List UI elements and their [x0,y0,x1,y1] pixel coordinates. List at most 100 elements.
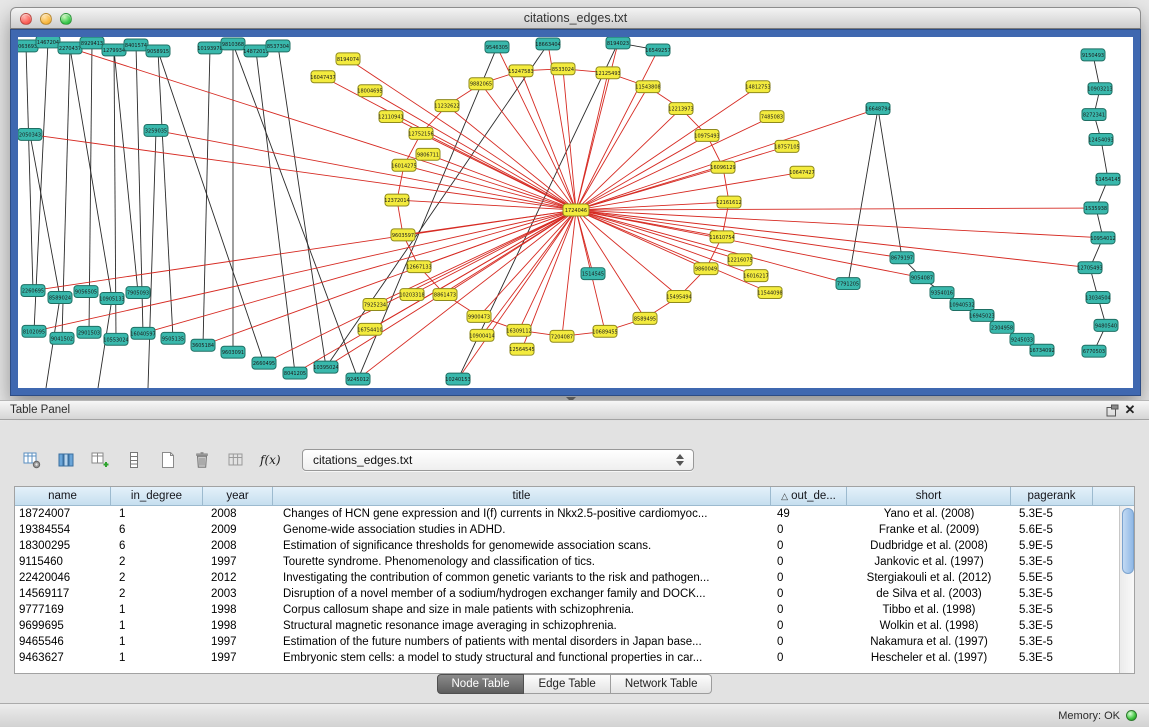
network-node[interactable]: 10395024 [313,361,338,373]
network-node[interactable]: 12372014 [384,194,409,206]
network-node[interactable]: 8861473 [433,289,457,301]
network-node[interactable]: 11610754 [709,231,734,243]
show-columns-icon[interactable] [52,448,79,473]
network-node[interactable]: 11544098 [757,287,782,299]
network-node[interactable]: 16549257 [645,44,670,56]
close-panel-icon[interactable]: ✕ [1121,402,1139,418]
window-titlebar[interactable]: citations_edges.txt [10,7,1141,29]
table-row[interactable]: 969969511998Structural magnetic resonanc… [15,618,1119,634]
network-node[interactable]: 7905093 [126,287,150,299]
network-node[interactable]: 8589495 [633,312,657,324]
network-node[interactable]: 2260695 [21,285,45,297]
network-node[interactable]: 9546305 [485,41,509,53]
network-node[interactable]: 16047437 [310,71,335,83]
network-node[interactable]: 16096129 [710,161,735,173]
network-node[interactable]: 9900473 [467,310,491,322]
network-node[interactable]: 12705493 [1077,262,1102,274]
network-node[interactable]: 12564545 [509,343,534,355]
network-node[interactable]: 16648794 [865,103,890,115]
tab-network-table[interactable]: Network Table [611,674,713,694]
network-node[interactable]: 8401574 [124,39,148,51]
table-row[interactable]: 946362711997Embryonic stem cells: a mode… [15,650,1119,666]
network-node[interactable]: 16754410 [357,323,382,335]
network-node[interactable]: 1724046 [563,204,589,216]
network-node[interactable]: 12125493 [595,67,620,79]
network-node[interactable]: 11543808 [635,81,660,93]
network-node[interactable]: 16309112 [506,324,531,336]
column-header-year[interactable]: year [203,487,273,506]
network-node[interactable]: 2050343 [18,128,42,140]
network-node[interactable]: 7925234 [363,299,387,311]
network-node[interactable]: 8194074 [336,53,360,65]
network-node[interactable]: 1535938 [1084,202,1108,214]
column-header-pagerank[interactable]: pagerank [1011,487,1093,506]
network-node[interactable]: 9058915 [146,45,170,57]
network-node[interactable]: 12161612 [716,196,741,208]
network-node[interactable]: 11232622 [434,100,459,112]
column-header-in_degree[interactable]: in_degree [111,487,203,506]
network-canvas[interactable]: 1724046853302412125493115438081221397310… [18,37,1133,388]
table-row[interactable]: 946554611997Estimation of the future num… [15,634,1119,650]
network-node[interactable]: 14872013 [243,45,268,57]
network-node[interactable]: 18757105 [774,140,799,152]
network-node[interactable]: 1467204 [36,37,60,48]
network-node[interactable]: 10903213 [1087,83,1112,95]
network-node[interactable]: 10647427 [789,166,814,178]
network-node[interactable]: 13034504 [1085,292,1110,304]
float-panel-icon[interactable] [1103,402,1121,418]
network-node[interactable]: 16945023 [969,309,994,321]
network-node[interactable]: 9505135 [161,332,185,344]
network-node[interactable]: 3605184 [191,339,215,351]
network-node[interactable]: 8194023 [606,37,630,49]
network-node[interactable]: 9245033 [1010,333,1034,345]
network-node[interactable]: 9245012 [346,373,370,385]
network-node[interactable]: 8533024 [551,63,575,75]
network-node[interactable]: 8102095 [22,325,46,337]
table-row[interactable]: 1872400712008Changes of HCN gene express… [15,506,1119,522]
vertical-scrollbar[interactable] [1119,506,1134,673]
network-node[interactable]: 3259035 [144,125,168,137]
network-node[interactable]: 10975493 [694,129,719,141]
network-node[interactable]: 8272341 [1082,109,1106,121]
network-table-selector[interactable]: citations_edges.txt [302,449,694,471]
network-node[interactable]: 9041502 [50,332,74,344]
network-node[interactable]: 2304958 [990,321,1014,333]
network-node[interactable]: 9054087 [910,272,934,284]
network-node[interactable]: 9150493 [1081,49,1105,61]
tab-node-table[interactable]: Node Table [437,674,525,694]
network-node[interactable]: 9603597 [391,229,415,241]
network-node[interactable]: 12752156 [408,127,433,139]
table-row[interactable]: 1456911722003Disruption of a novel membe… [15,586,1119,602]
network-node[interactable]: 7204087 [550,330,574,342]
network-node[interactable]: 7485083 [760,111,784,123]
network-node[interactable]: 12216075 [727,254,752,266]
delete-column-icon[interactable] [188,448,215,473]
network-node[interactable]: 10193978 [197,42,222,54]
network-node[interactable]: 9354016 [930,287,954,299]
network-node[interactable]: 12454093 [1088,133,1113,145]
network-node[interactable]: 10203318 [399,289,424,301]
column-header-out_de[interactable]: △out_de... [771,487,847,506]
table-row[interactable]: 1938455462009Genome-wide association stu… [15,522,1119,538]
table-row[interactable]: 2242004622012Investigating the contribut… [15,570,1119,586]
network-node[interactable]: 9860049 [694,263,718,275]
network-node[interactable]: 16040597 [130,327,155,339]
network-node[interactable]: 16014275 [391,159,416,171]
network-node[interactable]: 8041205 [283,367,307,379]
network-node[interactable]: 10553024 [103,333,128,345]
network-node[interactable]: 9806711 [416,148,440,160]
network-node[interactable]: 10954012 [1090,232,1115,244]
network-node[interactable]: 9480540 [1094,319,1118,331]
network-node[interactable]: 1514545 [581,268,605,280]
table-row[interactable]: 977716911998Corpus callosum shape and si… [15,602,1119,618]
network-node[interactable]: 10900414 [469,329,494,341]
network-node[interactable]: 6770503 [1082,345,1106,357]
network-node[interactable]: 10689455 [592,325,617,337]
column-header-name[interactable]: name [15,487,111,506]
network-node[interactable]: 12667133 [406,261,431,273]
network-node[interactable]: 10905133 [99,293,124,305]
network-node[interactable]: 18663404 [535,38,560,50]
column-header-title[interactable]: title [273,487,771,506]
network-node[interactable]: 9603091 [221,346,245,358]
network-node[interactable]: 10940532 [949,299,974,311]
